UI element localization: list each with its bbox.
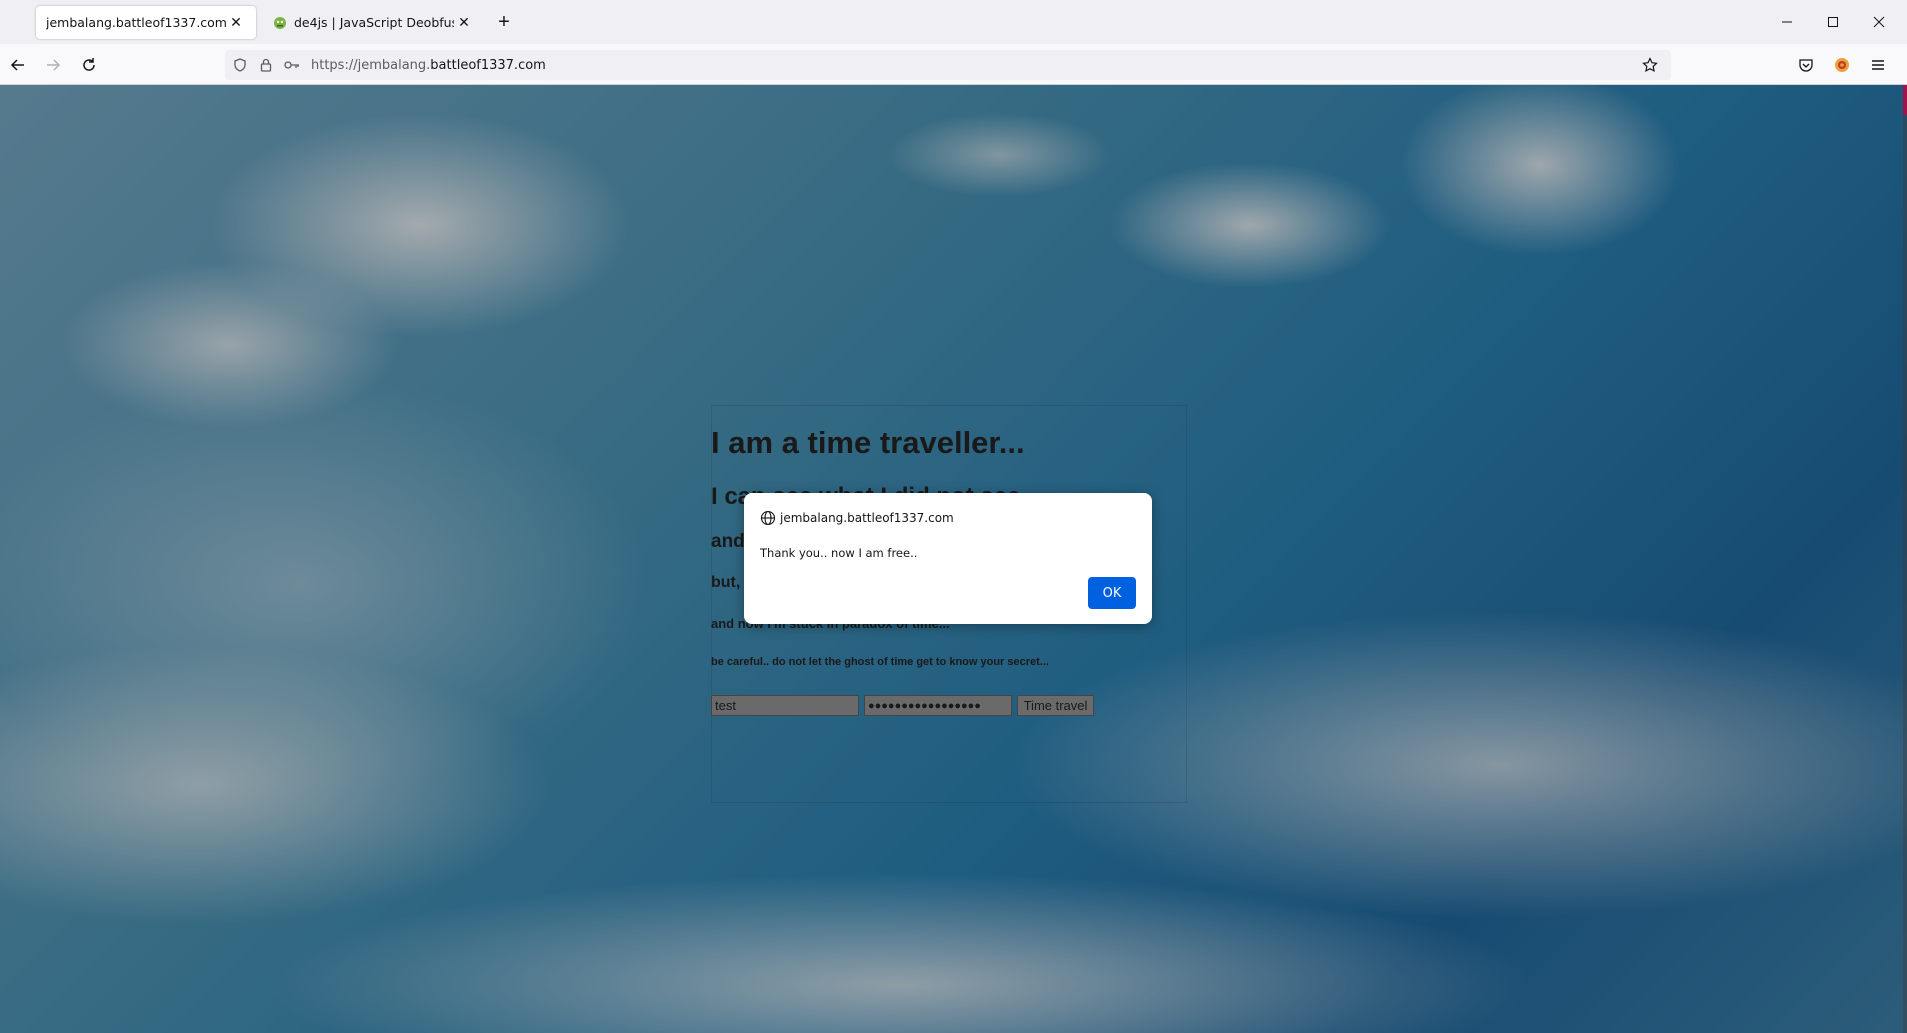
tab-jembalang[interactable]: jembalang.battleof1337.com/ ✕ bbox=[36, 6, 256, 39]
close-icon[interactable]: ✕ bbox=[226, 13, 246, 33]
minimize-button[interactable] bbox=[1764, 0, 1810, 44]
tab-label: de4js | JavaScript Deobfuscator bbox=[294, 15, 454, 30]
menu-button[interactable] bbox=[1865, 52, 1891, 78]
close-icon[interactable]: ✕ bbox=[454, 13, 474, 33]
bookmark-star-icon[interactable] bbox=[1639, 54, 1661, 76]
dialog-origin-text: jembalang.battleof1337.com bbox=[780, 511, 954, 525]
reload-button[interactable] bbox=[76, 52, 102, 78]
url-host: battleof1337.com bbox=[430, 57, 546, 73]
new-tab-button[interactable]: + bbox=[492, 10, 516, 34]
key-icon[interactable] bbox=[281, 54, 303, 76]
maximize-button[interactable] bbox=[1810, 0, 1856, 44]
reload-icon bbox=[83, 58, 95, 71]
globe-icon bbox=[760, 510, 776, 526]
url-bar[interactable]: https://jembalang.battleof1337.com bbox=[225, 50, 1671, 80]
scrollbar[interactable] bbox=[1903, 85, 1907, 1033]
tab-de4js[interactable]: de4js | JavaScript Deobfuscator ✕ bbox=[262, 6, 484, 39]
url-prefix: https://jembalang. bbox=[311, 57, 431, 73]
pocket-button[interactable] bbox=[1793, 52, 1819, 78]
alert-dialog: jembalang.battleof1337.com Thank you.. n… bbox=[744, 493, 1152, 624]
ok-button[interactable]: OK bbox=[1088, 577, 1136, 609]
close-icon bbox=[1873, 16, 1885, 28]
dialog-message: Thank you.. now I am free.. bbox=[760, 546, 918, 560]
extension-button[interactable] bbox=[1829, 52, 1855, 78]
maximize-icon bbox=[1828, 17, 1838, 27]
minimize-icon bbox=[1782, 21, 1792, 23]
dialog-origin: jembalang.battleof1337.com bbox=[760, 510, 954, 526]
navigation-toolbar: https://jembalang.battleof1337.com bbox=[0, 44, 1907, 85]
lock-icon[interactable] bbox=[255, 54, 277, 76]
window-close-button[interactable] bbox=[1856, 0, 1902, 44]
hamburger-menu-icon bbox=[1872, 60, 1884, 70]
forward-button[interactable] bbox=[40, 52, 66, 78]
green-robot-icon bbox=[274, 16, 286, 29]
tab-bar: jembalang.battleof1337.com/ ✕ de4js | Ja… bbox=[0, 0, 1907, 44]
tab-label: jembalang.battleof1337.com/ bbox=[46, 15, 226, 30]
scrollbar-thumb[interactable] bbox=[1903, 85, 1907, 115]
tracking-protection-icon[interactable] bbox=[229, 54, 251, 76]
url-text[interactable]: https://jembalang.battleof1337.com bbox=[311, 58, 546, 73]
back-button[interactable] bbox=[5, 52, 31, 78]
back-arrow-icon bbox=[10, 59, 24, 71]
extension-icon bbox=[1835, 58, 1849, 72]
page-viewport: I am a time traveller... I can see what … bbox=[0, 85, 1907, 1033]
forward-arrow-icon bbox=[47, 59, 61, 71]
pocket-icon bbox=[1799, 59, 1813, 72]
